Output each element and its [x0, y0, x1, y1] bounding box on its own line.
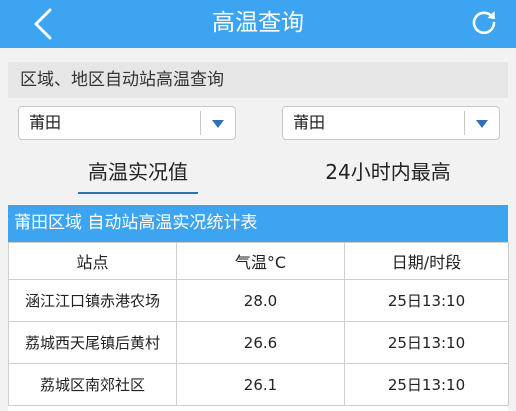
app-header: 高温查询	[0, 0, 516, 48]
region-select[interactable]: 莆田	[18, 106, 236, 140]
column-header-datetime: 日期/时段	[344, 242, 509, 280]
active-tab-indicator	[78, 192, 198, 194]
tab-24h-max[interactable]: 24小时内最高	[298, 148, 478, 196]
tab-bar: 高温实况值 24小时内最高	[8, 148, 508, 204]
station-cell: 荔城西天尾镇后黄村	[8, 321, 177, 364]
stats-table-panel: 莆田区域 自动站高温实况统计表 站点 气温°C 日期/时段 涵江江口镇赤港农场 …	[8, 205, 509, 411]
dropdown-arrow-icon[interactable]	[212, 120, 224, 128]
temperature-cell: 26.6	[176, 321, 345, 364]
datetime-cell: 25日13:10	[344, 279, 509, 322]
column-header-station: 站点	[8, 242, 177, 280]
area-select-value: 莆田	[293, 113, 326, 132]
area-select[interactable]: 莆田	[282, 106, 500, 140]
column-header-temperature: 气温°C	[176, 242, 345, 280]
refresh-icon[interactable]	[470, 8, 498, 36]
tab-realtime-high[interactable]: 高温实况值	[48, 148, 228, 196]
datetime-cell: 25日13:10	[344, 321, 509, 364]
temperature-cell: 26.1	[176, 363, 345, 406]
table-row: 荔城西天尾镇后黄村 26.6 25日13:10	[8, 321, 509, 364]
region-select-value: 莆田	[29, 113, 62, 132]
table-row: 荔城区南郊社区 26.1 25日13:10	[8, 363, 509, 406]
datetime-cell: 25日13:10	[344, 363, 509, 406]
station-cell: 涵江江口镇赤港农场	[8, 279, 177, 322]
dropdown-arrow-icon[interactable]	[476, 120, 488, 128]
temperature-cell: 28.0	[176, 279, 345, 322]
select-divider	[464, 111, 465, 135]
station-cell: 荔城区南郊社区	[8, 363, 177, 406]
table-header-row: 站点 气温°C 日期/时段	[8, 242, 509, 280]
stats-table: 站点 气温°C 日期/时段 涵江江口镇赤港农场 28.0 25日13:10 荔城…	[8, 242, 509, 406]
select-divider	[200, 111, 201, 135]
page-title: 高温查询	[212, 10, 304, 36]
section-label: 区域、地区自动站高温查询	[8, 62, 508, 98]
table-title: 莆田区域 自动站高温实况统计表	[8, 205, 508, 242]
table-row: 涵江江口镇赤港农场 28.0 25日13:10	[8, 279, 509, 322]
